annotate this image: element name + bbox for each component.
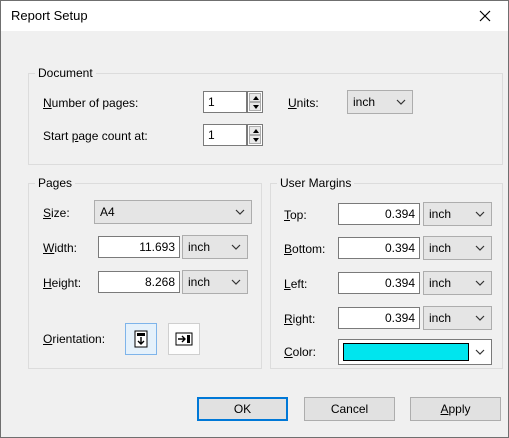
number-of-pages-input[interactable]: 1 — [203, 91, 247, 113]
chevron-down-icon — [475, 245, 485, 251]
spin-down-icon[interactable] — [249, 135, 261, 144]
left-margin-unit-select[interactable]: inch — [423, 271, 492, 295]
right-margin-unit-select[interactable]: inch — [423, 306, 492, 330]
color-label: Color: — [284, 345, 317, 359]
chevron-down-icon — [475, 211, 485, 217]
title-bar: Report Setup — [1, 1, 508, 31]
top-margin-label: Top: — [284, 208, 307, 222]
bottom-margin-label: Bottom: — [284, 242, 326, 256]
width-input[interactable]: 11.693 — [98, 236, 180, 258]
chevron-down-icon — [235, 209, 245, 215]
start-page-input[interactable]: 1 — [203, 124, 247, 146]
portrait-button[interactable] — [125, 323, 157, 355]
height-label: Height: — [43, 276, 82, 290]
chevron-down-icon — [396, 99, 406, 105]
color-select[interactable] — [338, 339, 492, 365]
size-select-value: A4 — [100, 205, 115, 219]
width-unit-value: inch — [188, 240, 211, 254]
landscape-orientation-icon — [175, 332, 193, 346]
units-select[interactable]: inch — [347, 90, 413, 114]
cancel-button[interactable]: Cancel — [304, 397, 395, 421]
chevron-down-icon — [475, 349, 485, 355]
spin-up-icon[interactable] — [249, 93, 261, 102]
bottom-margin-input[interactable]: 0.394 — [338, 237, 420, 259]
chevron-down-icon — [475, 280, 485, 286]
number-of-pages-spinner[interactable] — [247, 91, 263, 113]
left-margin-input[interactable]: 0.394 — [338, 272, 420, 294]
start-page-label: Start page count at: — [43, 129, 148, 143]
units-label: Units: — [288, 96, 319, 110]
close-icon — [479, 10, 491, 22]
chevron-down-icon — [231, 244, 241, 250]
orientation-label: Orientation: — [43, 332, 106, 346]
height-input[interactable]: 8.268 — [98, 271, 180, 293]
size-select[interactable]: A4 — [94, 200, 252, 224]
right-margin-label: Right: — [284, 312, 316, 326]
dialog-title: Report Setup — [11, 8, 88, 23]
left-margin-label: Left: — [284, 277, 308, 291]
right-margin-unit-value: inch — [429, 311, 452, 325]
spin-down-icon[interactable] — [249, 102, 261, 111]
units-select-value: inch — [353, 95, 376, 109]
color-swatch — [343, 343, 469, 361]
height-unit-select[interactable]: inch — [182, 270, 248, 294]
chevron-down-icon — [231, 279, 241, 285]
top-margin-unit-value: inch — [429, 207, 452, 221]
report-setup-dialog: Report Setup Document Number of pages: 1… — [0, 0, 509, 438]
width-unit-select[interactable]: inch — [182, 235, 248, 259]
apply-button[interactable]: Apply — [410, 397, 501, 421]
number-of-pages-label: Number of pages: — [43, 96, 139, 110]
user-margins-group-label: User Margins — [277, 176, 355, 190]
top-margin-input[interactable]: 0.394 — [338, 203, 420, 225]
size-label: Size: — [43, 206, 70, 220]
portrait-orientation-icon — [134, 330, 148, 348]
width-label: Width: — [43, 241, 78, 255]
top-margin-unit-select[interactable]: inch — [423, 202, 492, 226]
document-group-label: Document — [35, 66, 96, 80]
landscape-button[interactable] — [168, 323, 200, 355]
right-margin-input[interactable]: 0.394 — [338, 307, 420, 329]
start-page-spinner[interactable] — [247, 124, 263, 146]
close-button[interactable] — [462, 1, 508, 31]
ok-button[interactable]: OK — [197, 397, 288, 421]
chevron-down-icon — [475, 315, 485, 321]
bottom-margin-unit-select[interactable]: inch — [423, 236, 492, 260]
height-unit-value: inch — [188, 275, 211, 289]
document-group: Document — [28, 66, 503, 165]
left-margin-unit-value: inch — [429, 276, 452, 290]
pages-group-label: Pages — [35, 176, 76, 190]
bottom-margin-unit-value: inch — [429, 241, 452, 255]
spin-up-icon[interactable] — [249, 126, 261, 135]
